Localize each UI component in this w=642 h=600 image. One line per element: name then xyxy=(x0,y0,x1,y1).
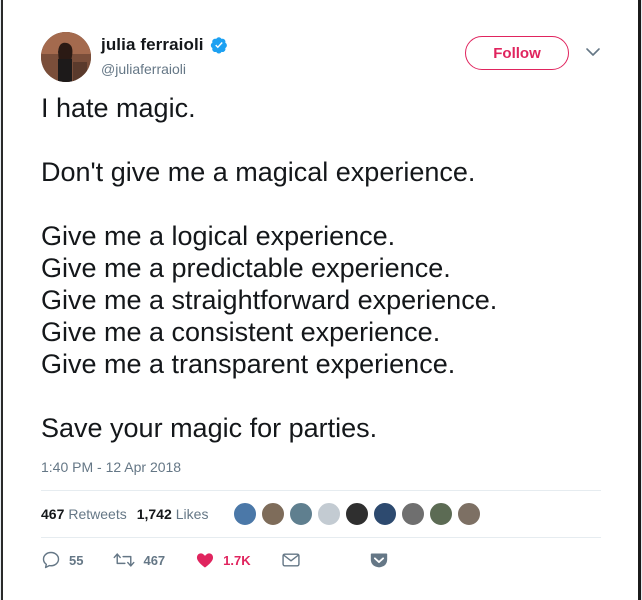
pocket-icon[interactable] xyxy=(369,551,389,569)
tweet-line: Give me a predictable experience. xyxy=(41,253,451,283)
like-count: 1.7K xyxy=(223,552,251,568)
retweets-label: Retweets xyxy=(68,506,127,522)
tweet-card: julia ferraioli @juliaferraioli Follow I… xyxy=(0,0,642,600)
liker-avatar[interactable] xyxy=(289,502,313,526)
line-break xyxy=(41,188,601,220)
likes-stat[interactable]: 1,742 Likes xyxy=(137,506,209,522)
divider xyxy=(41,490,601,491)
author-name[interactable]: julia ferraioli xyxy=(101,35,204,55)
tweet-line: Don't give me a magical experience. xyxy=(41,157,476,187)
tweet-stats: 467 Retweets 1,742 Likes xyxy=(41,498,208,530)
liker-avatars xyxy=(233,502,481,526)
tweet-line: Give me a logical experience. xyxy=(41,221,396,251)
liker-avatar[interactable] xyxy=(345,502,369,526)
liker-avatar[interactable] xyxy=(401,502,425,526)
envelope-icon[interactable] xyxy=(281,551,301,569)
likes-count: 1,742 xyxy=(136,506,172,522)
retweets-count: 467 xyxy=(41,506,65,522)
line-break xyxy=(41,124,601,156)
retweet-action[interactable]: 467 xyxy=(113,550,165,570)
liker-avatar[interactable] xyxy=(317,502,341,526)
tweet-text: I hate magic. Don't give me a magical ex… xyxy=(41,92,601,444)
reply-action[interactable]: 55 xyxy=(41,550,83,570)
liker-avatar[interactable] xyxy=(373,502,397,526)
line-break xyxy=(41,380,601,412)
tweet-header: julia ferraioli @juliaferraioli Follow xyxy=(41,32,601,82)
divider xyxy=(41,537,601,538)
liker-avatar[interactable] xyxy=(233,502,257,526)
tweet-timestamp[interactable]: 1:40 PM - 12 Apr 2018 xyxy=(41,459,181,475)
author-handle[interactable]: @juliaferraioli xyxy=(101,61,228,77)
author-info: julia ferraioli @juliaferraioli xyxy=(101,35,228,77)
tweet-line: I hate magic. xyxy=(41,93,196,123)
tweet-line: Give me a consistent experience. xyxy=(41,317,441,347)
reply-icon[interactable] xyxy=(41,550,61,570)
author-avatar[interactable] xyxy=(41,32,91,82)
liker-avatar[interactable] xyxy=(457,502,481,526)
right-border xyxy=(638,0,641,600)
pocket-action[interactable] xyxy=(369,551,389,569)
left-border xyxy=(1,0,3,600)
like-action[interactable]: 1.7K xyxy=(195,550,251,570)
tweet-line: Save your magic for parties. xyxy=(41,413,378,443)
likes-label: Likes xyxy=(175,506,209,522)
message-action[interactable] xyxy=(281,551,301,569)
heart-icon[interactable] xyxy=(195,550,215,570)
retweets-stat[interactable]: 467 Retweets xyxy=(41,506,127,522)
tweet-line: Give me a transparent experience. xyxy=(41,349,456,379)
verified-badge-icon xyxy=(210,37,227,54)
retweet-icon[interactable] xyxy=(113,550,135,570)
reply-count: 55 xyxy=(69,552,84,568)
tweet-actions: 55 467 1.7K xyxy=(41,548,419,572)
liker-avatar[interactable] xyxy=(429,502,453,526)
tweet-line: Give me a straightforward experience. xyxy=(41,285,498,315)
liker-avatar[interactable] xyxy=(261,502,285,526)
follow-button[interactable]: Follow xyxy=(465,36,569,70)
chevron-down-icon[interactable] xyxy=(585,46,601,58)
retweet-count: 467 xyxy=(143,552,166,568)
author-name-row[interactable]: julia ferraioli xyxy=(101,35,228,55)
